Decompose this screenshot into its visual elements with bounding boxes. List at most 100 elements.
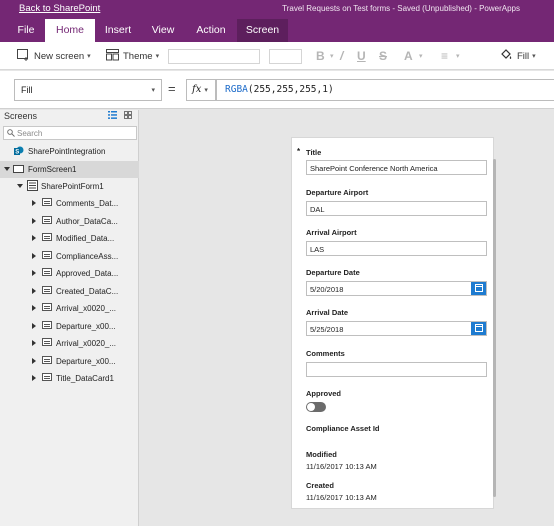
chevron-down-icon: ▾ <box>87 53 91 60</box>
tree-item-label: FormScreen1 <box>28 165 77 174</box>
tree-item-datacard[interactable]: Comments_Dat... <box>0 195 139 212</box>
back-to-sharepoint-link[interactable]: Back to SharePoint <box>19 3 100 14</box>
list-view-icon[interactable] <box>108 111 117 119</box>
toggle-knob <box>307 403 315 411</box>
expand-triangle-icon[interactable] <box>32 253 36 259</box>
search-placeholder: Search <box>17 129 43 138</box>
expand-triangle-icon[interactable] <box>17 184 23 188</box>
calendar-button[interactable] <box>471 282 486 295</box>
grid-view-icon[interactable] <box>124 111 132 119</box>
created-label: Created <box>306 481 334 490</box>
italic-button[interactable]: / <box>340 42 343 70</box>
expand-triangle-icon[interactable] <box>32 218 36 224</box>
property-value: Fill <box>21 85 33 95</box>
formula-input[interactable]: RGBA(255,255,255,1) <box>216 79 554 101</box>
form-scrollbar[interactable] <box>493 159 496 497</box>
tree-item-datacard[interactable]: ComplianceAss... <box>0 248 139 265</box>
theme-button[interactable]: Theme ▾ <box>106 42 159 70</box>
design-canvas[interactable]: * Title SharePoint Conference North Amer… <box>140 110 554 526</box>
svg-text:S: S <box>15 150 19 156</box>
formula-function: RGBA <box>225 84 248 95</box>
expand-triangle-icon[interactable] <box>32 358 36 364</box>
tree-item-datacard[interactable]: Title_DataCard1 <box>0 370 139 387</box>
tree-item-datacard[interactable]: Modified_Data... <box>0 230 139 247</box>
tree-item-datacard[interactable]: Created_DataC... <box>0 283 139 300</box>
ribbon-tabs: File Home Insert View Action Screen <box>0 19 554 42</box>
arrival-date-label: Arrival Date <box>306 308 349 317</box>
arrival-airport-field[interactable]: LAS <box>306 241 487 256</box>
font-color-button[interactable]: A <box>404 42 413 70</box>
arrival-airport-label: Arrival Airport <box>306 228 357 237</box>
expand-triangle-icon[interactable] <box>32 200 36 206</box>
data-card-icon <box>42 286 52 294</box>
sharepoint-form[interactable]: * Title SharePoint Conference North Amer… <box>291 137 496 509</box>
document-title: Travel Requests on Test forms - Saved (U… <box>282 4 520 13</box>
tab-view[interactable]: View <box>141 19 185 42</box>
bold-button[interactable]: B <box>316 42 325 70</box>
new-screen-icon <box>17 48 30 64</box>
tree-item-label: Modified_Data... <box>56 234 115 243</box>
departure-date-field[interactable]: 5/20/2018 <box>306 281 487 296</box>
equals-sign: = <box>168 81 176 96</box>
comments-label: Comments <box>306 349 345 358</box>
fx-icon: fx <box>192 84 202 95</box>
paint-bucket-icon <box>500 48 513 64</box>
fill-label: Fill <box>517 50 530 62</box>
tree-item-formscreen1[interactable]: FormScreen1 <box>0 161 139 178</box>
theme-icon <box>106 48 119 64</box>
font-family-select[interactable] <box>168 49 260 64</box>
tree-item-sharepointform1[interactable]: SharePointForm1 <box>0 178 139 195</box>
fx-button[interactable]: fx ▾ <box>186 79 216 101</box>
data-card-icon <box>42 338 52 346</box>
panel-title: Screens <box>4 111 38 121</box>
calendar-button[interactable] <box>471 322 486 335</box>
expand-triangle-icon[interactable] <box>32 270 36 276</box>
new-screen-label: New screen <box>34 50 85 62</box>
tree-item-label: SharePointForm1 <box>41 182 104 191</box>
chevron-down-icon: ▾ <box>456 53 460 60</box>
chevron-down-icon: ▾ <box>204 86 208 94</box>
expand-triangle-icon[interactable] <box>32 305 36 311</box>
tree-item-sharepointintegration[interactable]: S SharePointIntegration <box>0 143 139 160</box>
title-field[interactable]: SharePoint Conference North America <box>306 160 487 175</box>
tree-item-datacard[interactable]: Arrival_x0020_... <box>0 300 139 317</box>
arrival-date-field[interactable]: 5/25/2018 <box>306 321 487 336</box>
comments-field[interactable] <box>306 362 487 377</box>
new-screen-button[interactable]: New screen ▾ <box>17 42 91 70</box>
modified-value: 11/16/2017 10:13 AM <box>306 462 377 471</box>
data-card-icon <box>42 233 52 241</box>
tab-insert[interactable]: Insert <box>96 19 140 42</box>
tab-file[interactable]: File <box>8 19 44 42</box>
chevron-down-icon: ▾ <box>155 53 160 60</box>
title-label: Title <box>306 148 322 157</box>
screens-panel: Screens Search S SharePointIntegration F… <box>0 110 139 526</box>
departure-airport-field[interactable]: DAL <box>306 201 487 216</box>
expand-triangle-icon[interactable] <box>32 340 36 346</box>
tree-item-datacard[interactable]: Approved_Data... <box>0 265 139 282</box>
tree-item-datacard[interactable]: Arrival_x0020_... <box>0 335 139 352</box>
departure-date-value: 5/20/2018 <box>310 285 344 294</box>
strikethrough-button[interactable]: S <box>379 42 387 70</box>
tree-item-datacard[interactable]: Departure_x00... <box>0 318 139 335</box>
expand-triangle-icon[interactable] <box>32 375 36 381</box>
expand-triangle-icon[interactable] <box>4 167 10 171</box>
tree-item-datacard[interactable]: Author_DataCa... <box>0 213 139 230</box>
tree-item-datacard[interactable]: Departure_x00... <box>0 353 139 370</box>
property-dropdown[interactable]: Fill ▾ <box>14 79 162 101</box>
font-size-select[interactable] <box>269 49 302 64</box>
tab-action[interactable]: Action <box>186 19 236 42</box>
expand-triangle-icon[interactable] <box>32 288 36 294</box>
expand-triangle-icon[interactable] <box>32 323 36 329</box>
tree-item-label: Approved_Data... <box>56 269 119 278</box>
search-input[interactable]: Search <box>3 126 137 140</box>
data-card-icon <box>42 251 52 259</box>
underline-button[interactable]: U <box>357 42 366 70</box>
approved-toggle[interactable] <box>306 402 326 412</box>
expand-triangle-icon[interactable] <box>32 235 36 241</box>
tab-screen[interactable]: Screen <box>237 19 288 42</box>
compliance-asset-id-label: Compliance Asset Id <box>306 424 380 433</box>
align-button[interactable]: ≡ <box>441 42 448 70</box>
tab-home[interactable]: Home <box>45 19 95 42</box>
fill-button[interactable]: Fill ▾ <box>500 42 536 70</box>
data-card-icon <box>42 321 52 329</box>
